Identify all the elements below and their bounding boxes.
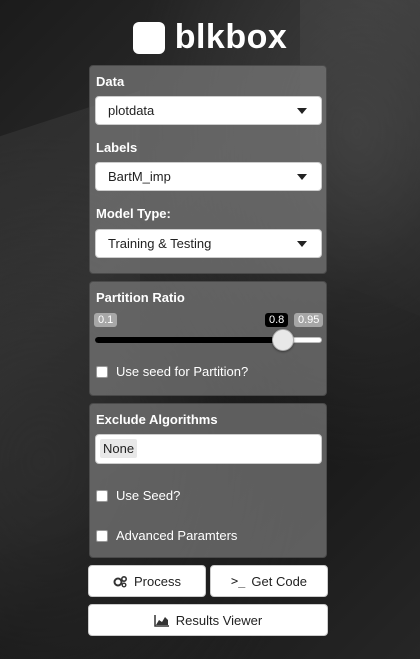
advanced-params-label: Advanced Paramters — [116, 528, 238, 543]
slider-max-label: 0.95 — [294, 313, 324, 327]
partition-panel: Partition Ratio 0.1 0.8 0.95 Use seed fo… — [89, 281, 327, 396]
use-seed-checkbox[interactable] — [96, 489, 108, 502]
partition-seed-checkbox-row[interactable]: Use seed for Partition? — [96, 364, 248, 379]
labels-select[interactable]: BartM_imp — [95, 162, 322, 191]
data-panel: Data plotdata Labels BartM_imp Model Typ… — [89, 65, 327, 274]
exclude-algorithms-select[interactable]: None — [95, 434, 322, 464]
partition-ratio-title: Partition Ratio — [96, 290, 185, 305]
use-seed-label: Use Seed? — [116, 488, 181, 503]
logo-square-icon — [132, 21, 165, 54]
model-type-select-value: Training & Testing — [108, 236, 212, 251]
terminal-icon: >_ — [230, 574, 246, 588]
partition-seed-checkbox-label: Use seed for Partition? — [116, 364, 249, 379]
exclude-algorithms-title: Exclude Algorithms — [96, 412, 218, 427]
advanced-params-checkbox[interactable] — [96, 529, 108, 542]
labels-label: Labels — [96, 140, 138, 155]
results-viewer-label: Results Viewer — [175, 612, 263, 628]
use-seed-checkbox-row[interactable]: Use Seed? — [96, 488, 180, 503]
get-code-button[interactable]: >_ Get Code — [210, 565, 328, 597]
partition-seed-checkbox[interactable] — [96, 365, 108, 378]
model-type-select[interactable]: Training & Testing — [95, 229, 322, 258]
gears-icon — [113, 575, 128, 587]
caret-down-icon — [297, 241, 307, 247]
caret-down-icon — [297, 174, 307, 180]
labels-select-value: BartM_imp — [108, 169, 171, 184]
app-logo: blkbox — [0, 18, 420, 59]
data-label: Data — [96, 74, 125, 89]
exclude-panel: Exclude Algorithms None Use Seed? Advanc… — [89, 403, 327, 558]
process-label: Process — [134, 573, 181, 589]
slider-fill — [95, 337, 282, 343]
exclude-algorithms-tag: None — [100, 439, 138, 458]
slider-min-label: 0.1 — [94, 313, 118, 327]
slider-value-label: 0.8 — [265, 313, 289, 327]
process-button[interactable]: Process — [88, 565, 206, 597]
partition-slider[interactable] — [95, 329, 322, 351]
brand-name: blkbox — [174, 18, 288, 56]
slider-handle[interactable] — [272, 329, 294, 351]
data-select-value: plotdata — [108, 103, 155, 118]
data-select[interactable]: plotdata — [95, 96, 322, 125]
caret-down-icon — [297, 108, 307, 114]
area-chart-icon — [154, 614, 169, 627]
results-viewer-button[interactable]: Results Viewer — [88, 604, 328, 636]
model-type-label: Model Type: — [96, 206, 171, 221]
get-code-label: Get Code — [251, 573, 308, 589]
advanced-params-checkbox-row[interactable]: Advanced Paramters — [96, 528, 237, 543]
